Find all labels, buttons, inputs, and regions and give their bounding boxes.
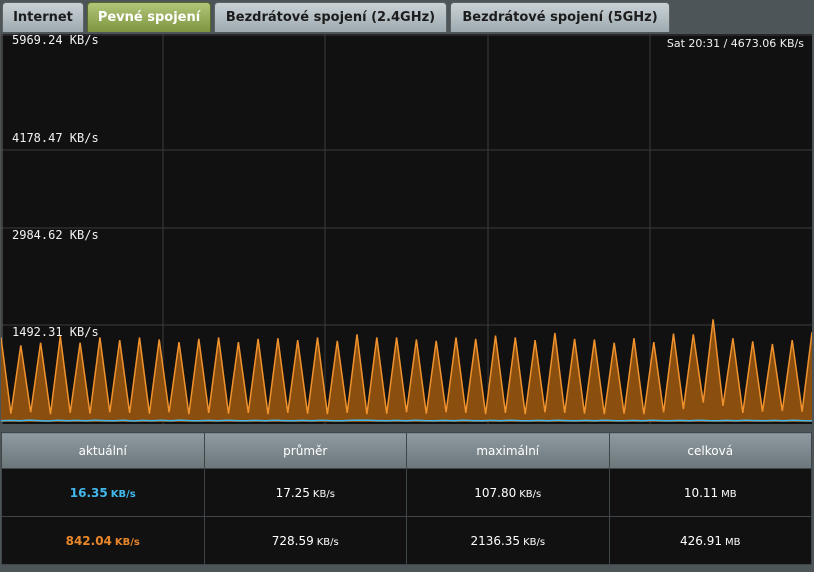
header-current: aktuální (1, 432, 205, 469)
traffic-graph-canvas[interactable] (1, 34, 812, 424)
tab-wireless-2-4ghz[interactable]: Bezdrátové spojení (2.4GHz) (214, 2, 447, 32)
tx-total-value: 426.91 (680, 533, 722, 548)
tab-internet[interactable]: Internet (2, 2, 84, 32)
header-total: celková (608, 432, 812, 469)
tx-current-unit: KB/s (114, 536, 140, 548)
rx-total-value: 10.11 (683, 485, 719, 500)
tx-total: 426.91 MB (608, 516, 812, 565)
rx-total-unit: MB (721, 488, 737, 500)
rx-series-line (1, 419, 812, 422)
rx-current-unit: KB/s (110, 488, 136, 500)
tx-average-unit: KB/s (316, 536, 339, 548)
tx-average: 728.59 KB/s (203, 516, 407, 565)
rx-average-value: 17.25 (275, 485, 310, 500)
tab-wireless-5ghz[interactable]: Bezdrátové spojení (5GHz) (450, 2, 670, 32)
traffic-stats-table: aktuální průměr maximální celková 16.35 K… (1, 432, 812, 565)
rx-maximum-unit: KB/s (519, 488, 542, 500)
tx-total-unit: MB (725, 536, 741, 548)
rx-maximum-value: 107.80 (474, 485, 517, 500)
y-tick-label: 2984.62 KB/s (12, 228, 99, 242)
header-maximum: maximální (406, 432, 610, 469)
y-tick-label: 5969.24 KB/s (12, 33, 99, 47)
cursor-readout: Sat 20:31 / 4673.06 KB/s (666, 37, 804, 50)
y-tick-label: 4178.47 KB/s (12, 131, 99, 145)
rx-current: 16.35 KB/s (1, 468, 205, 517)
rx-total: 10.11 MB (608, 468, 812, 517)
rx-maximum: 107.80 KB/s (406, 468, 610, 517)
stats-row-tx: 842.04 KB/s 728.59 KB/s 2136.35 KB/s 426.91… (1, 516, 812, 565)
tab-wired[interactable]: Pevné spojení (87, 2, 211, 32)
stats-header-row: aktuální průměr maximální celková (1, 432, 812, 469)
tx-current-value: 842.04 (65, 533, 112, 548)
rx-average-unit: KB/s (312, 488, 335, 500)
header-average: průměr (203, 432, 407, 469)
tx-maximum-value: 2136.35 (470, 533, 521, 548)
rx-average: 17.25 KB/s (203, 468, 407, 517)
stats-row-rx: 16.35 KB/s 17.25 KB/s 107.80 KB/s 10.11 MB (1, 468, 812, 517)
tab-bar: Internet Pevné spojení Bezdrátové spojen… (0, 0, 814, 34)
traffic-graph[interactable]: 5969.24 KB/s 4178.47 KB/s 2984.62 KB/s 1… (1, 33, 812, 424)
tx-maximum-unit: KB/s (523, 536, 546, 548)
tx-maximum: 2136.35 KB/s (406, 516, 610, 565)
rx-current-value: 16.35 (69, 485, 108, 500)
tx-average-value: 728.59 (271, 533, 314, 548)
y-tick-label: 1492.31 KB/s (12, 325, 99, 339)
tx-current: 842.04 KB/s (1, 516, 205, 565)
